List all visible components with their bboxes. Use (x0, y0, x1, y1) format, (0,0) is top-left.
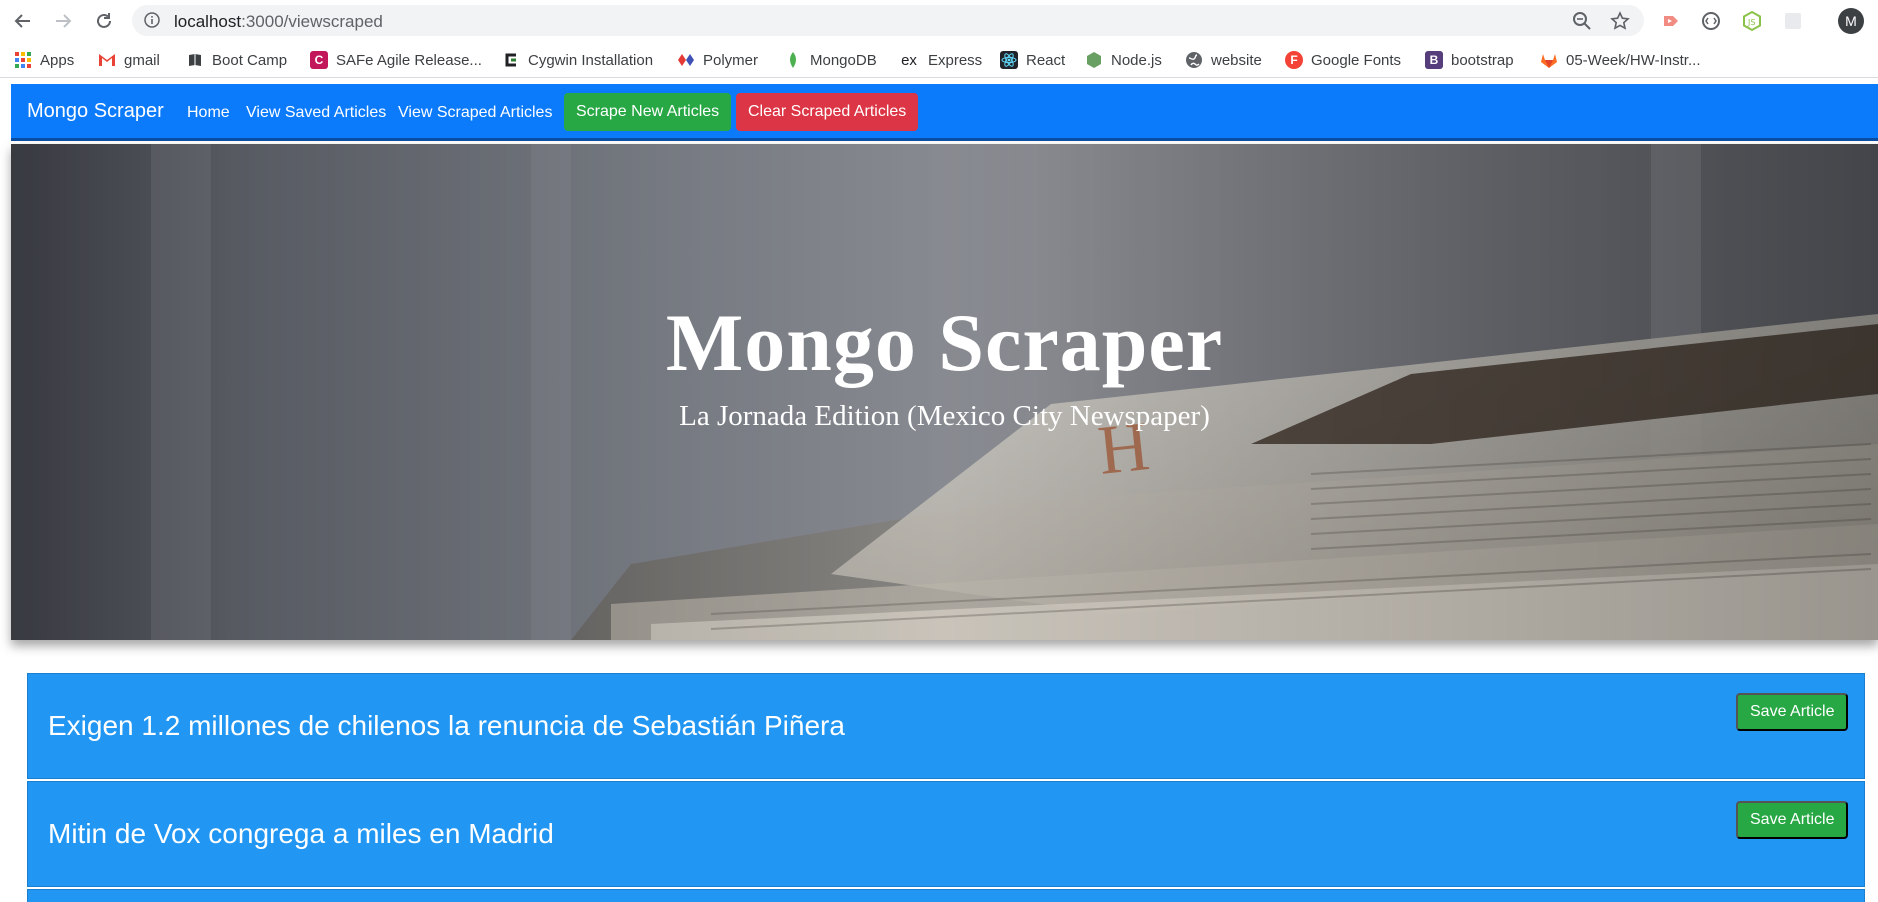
cygwin-icon (502, 51, 520, 69)
extension-nodejs-icon[interactable]: JS (1741, 10, 1763, 32)
url-path: :3000/viewscraped (241, 12, 383, 31)
extension-generic-icon[interactable] (1782, 10, 1804, 32)
url-host: localhost (174, 12, 242, 31)
scrape-new-articles-button[interactable]: Scrape New Articles (564, 93, 732, 131)
bookmark-safe[interactable]: C SAFe Agile Release... (310, 50, 482, 70)
article-card: Exigen 1.2 millones de chilenos la renun… (27, 673, 1865, 779)
url-text[interactable]: localhost:3000/viewscraped (174, 12, 383, 32)
article-title: Mitin de Vox congrega a miles en Madrid (48, 818, 554, 849)
gmail-icon (98, 51, 116, 69)
google-fonts-icon: F (1285, 51, 1303, 69)
bookmark-label: Google Fonts (1311, 51, 1402, 69)
mongodb-leaf-icon (784, 51, 802, 69)
back-button[interactable] (11, 9, 35, 33)
address-bar[interactable]: localhost:3000/viewscraped (132, 5, 1644, 36)
bookmark-star-icon[interactable] (1610, 11, 1630, 31)
bookmark-label: Polymer (703, 51, 759, 69)
nodejs-icon (1085, 51, 1103, 69)
bookmark-label: gmail (124, 51, 160, 69)
bookmark-gmail[interactable]: gmail (98, 50, 160, 70)
bookmark-apps[interactable]: Apps (14, 50, 74, 70)
reload-button[interactable] (92, 9, 116, 33)
book-icon (186, 51, 204, 69)
bookmark-bootstrap[interactable]: B bootstrap (1425, 50, 1514, 70)
bookmark-label: SAFe Agile Release... (336, 51, 482, 69)
navbar: Mongo Scraper Home View Saved Articles V… (11, 84, 1878, 141)
navbar-brand[interactable]: Mongo Scraper (27, 100, 164, 123)
save-article-button[interactable]: Save Article (1736, 693, 1849, 731)
bookmark-label: Cygwin Installation (528, 51, 654, 69)
globe-icon (1185, 51, 1203, 69)
newspaper-background-image: H (11, 144, 1878, 640)
polymer-icon (677, 51, 695, 69)
bookmark-google-fonts[interactable]: F Google Fonts (1285, 50, 1401, 70)
hero-banner: H Mongo Scraper La Jornada Edition (Mexi… (11, 144, 1878, 640)
bookmark-website[interactable]: website (1185, 50, 1262, 70)
zoom-icon[interactable] (1572, 11, 1592, 31)
bookmark-gitlab[interactable]: 05-Week/HW-Instr... (1540, 50, 1700, 70)
hero-subtitle: La Jornada Edition (Mexico City Newspape… (679, 400, 1210, 432)
bookmarks-bar: Apps gmail Boot Camp C SAFe Agile Releas… (0, 42, 1878, 78)
back-arrow-icon (14, 14, 30, 28)
bookmark-label: Apps (40, 51, 75, 69)
clear-scraped-articles-button[interactable]: Clear Scraped Articles (736, 93, 919, 131)
article-title: Exigen 1.2 millones de chilenos la renun… (48, 710, 845, 741)
forward-arrow-icon (56, 14, 72, 28)
apps-grid-icon (14, 51, 32, 69)
nav-link-home[interactable]: Home (187, 104, 230, 122)
bookmark-label: Boot Camp (212, 51, 288, 69)
bookmark-react[interactable]: React (1000, 50, 1065, 70)
bookmark-label: website (1211, 51, 1262, 69)
bookmark-polymer[interactable]: Polymer (677, 50, 758, 70)
nav-link-view-saved-articles[interactable]: View Saved Articles (246, 104, 386, 122)
bookmark-cygwin[interactable]: Cygwin Installation (502, 50, 653, 70)
bookmark-label: React (1026, 51, 1066, 69)
extension-devtools-icon[interactable] (1700, 10, 1722, 32)
forward-button[interactable] (51, 9, 75, 33)
hero-title: Mongo Scraper (665, 297, 1224, 388)
svg-text:JS: JS (1747, 18, 1755, 27)
bookmark-nodejs[interactable]: Node.js (1085, 50, 1162, 70)
save-article-button[interactable]: Save Article (1736, 801, 1849, 839)
express-icon: ex (901, 51, 917, 69)
bookmark-label: Node.js (1111, 51, 1162, 69)
react-icon (1000, 51, 1018, 69)
bookmark-express[interactable]: ex Express (898, 50, 982, 70)
bookmark-label: 05-Week/HW-Instr... (1566, 51, 1701, 69)
nav-link-view-scraped-articles[interactable]: View Scraped Articles (398, 104, 552, 122)
bookmark-boot-camp[interactable]: Boot Camp (186, 50, 287, 70)
bookmark-mongodb[interactable]: MongoDB (784, 50, 877, 70)
bootstrap-icon: B (1425, 51, 1443, 69)
gitlab-icon (1540, 51, 1558, 69)
site-info-icon[interactable] (144, 12, 160, 33)
reload-icon (97, 13, 111, 28)
article-card: Mitin de Vox congrega a miles en Madrid … (27, 781, 1865, 887)
article-card-partial (27, 889, 1865, 902)
profile-avatar[interactable]: M (1838, 8, 1864, 34)
bookmark-label: Express (928, 51, 983, 69)
extension-cast-icon[interactable] (1660, 10, 1682, 32)
safe-icon: C (310, 51, 328, 69)
browser-toolbar: localhost:3000/viewscraped JS M (0, 0, 1878, 42)
bookmark-label: bootstrap (1451, 51, 1514, 69)
bookmark-label: MongoDB (810, 51, 877, 69)
